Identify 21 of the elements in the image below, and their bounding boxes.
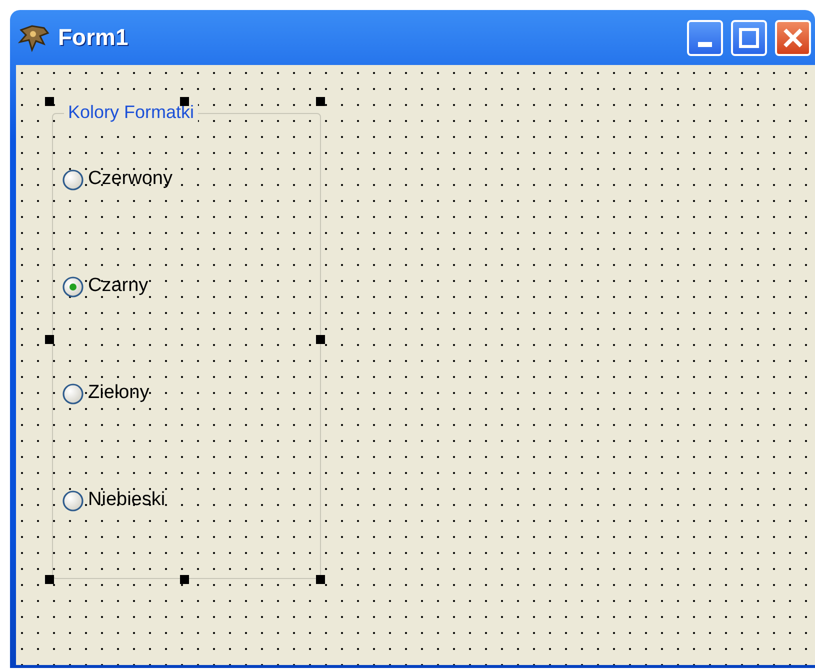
- resize-handle[interactable]: [45, 335, 54, 344]
- resize-handle[interactable]: [316, 97, 325, 106]
- window-title: Form1: [58, 23, 128, 52]
- radio-button[interactable]: Czarny: [62, 276, 172, 297]
- app-icon: [18, 24, 50, 52]
- minimize-icon: [698, 42, 712, 46]
- maximize-icon: [739, 28, 759, 48]
- resize-handle[interactable]: [316, 335, 325, 344]
- resize-handle[interactable]: [316, 575, 325, 584]
- close-icon: [782, 26, 804, 48]
- minimize-button[interactable]: [687, 20, 723, 56]
- radio-button[interactable]: Czerwony: [62, 169, 172, 190]
- resize-handle[interactable]: [180, 97, 189, 106]
- resize-handle[interactable]: [45, 575, 54, 584]
- radio-button[interactable]: Zielony: [62, 383, 172, 404]
- resize-handle[interactable]: [45, 97, 54, 106]
- resize-handle[interactable]: [180, 575, 189, 584]
- group-box-title: Kolory Formatki: [64, 101, 198, 123]
- radio-button[interactable]: Niebieski: [62, 490, 172, 511]
- close-button[interactable]: [775, 20, 811, 56]
- maximize-button[interactable]: [731, 20, 767, 56]
